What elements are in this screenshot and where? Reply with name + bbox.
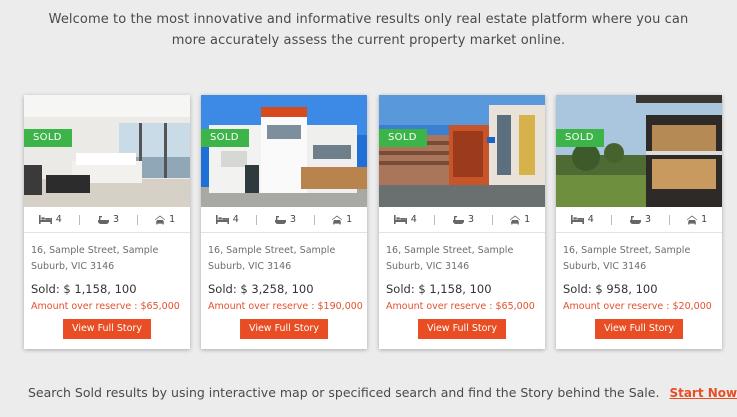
address-line-2: Suburb, VIC 3146: [208, 261, 292, 272]
divider: [256, 214, 258, 225]
sold-badge: SOLD: [201, 129, 249, 147]
beds-count: 4: [55, 214, 62, 225]
bed-icon: [215, 215, 229, 224]
property-photo[interactable]: SOLD: [24, 95, 190, 207]
beds-count: 4: [232, 214, 239, 225]
amount-over-reserve: Amount over reserve : $190,000: [208, 301, 363, 312]
beds-feature: 4: [38, 214, 62, 225]
listing-card: SOLD 4 3 1 16, Sample Street, Sample Sub…: [556, 95, 722, 349]
features-row: 4 3 1: [556, 207, 722, 233]
bath-icon: [97, 215, 109, 224]
sold-price: Sold: $ 1,158, 100: [386, 282, 492, 296]
sold-price: Sold: $ 3,258, 100: [208, 282, 314, 296]
features-row: 4 3 1: [201, 207, 367, 233]
cars-count: 1: [346, 214, 353, 225]
address: 16, Sample Street, Sample Suburb, VIC 31…: [563, 243, 715, 275]
sold-badge: SOLD: [556, 129, 604, 147]
view-full-story-button[interactable]: View Full Story: [595, 319, 683, 339]
divider: [491, 214, 493, 225]
amount-over-reserve: Amount over reserve : $20,000: [563, 301, 712, 312]
sold-price: Sold: $ 1,158, 100: [31, 282, 137, 296]
cars-count: 1: [701, 214, 708, 225]
view-full-story-button[interactable]: View Full Story: [418, 319, 506, 339]
sold-price: Sold: $ 958, 100: [563, 282, 658, 296]
car-icon: [332, 215, 343, 224]
amount-over-reserve: Amount over reserve : $65,000: [386, 301, 535, 312]
beds-feature: 4: [570, 214, 594, 225]
bath-icon: [452, 215, 464, 224]
listing-card: SOLD 4 3 1 16, Sample Street, Sample Sub…: [379, 95, 545, 349]
cars-count: 1: [169, 214, 176, 225]
divider: [79, 214, 81, 225]
beds-count: 4: [587, 214, 594, 225]
footer-cta: Search Sold results by using interactive…: [28, 385, 737, 400]
cars-feature: 1: [332, 214, 352, 225]
baths-feature: 3: [452, 214, 474, 225]
listing-card: SOLD 4 3 1 16, Sample Street, Sample Sub…: [201, 95, 367, 349]
view-full-story-button[interactable]: View Full Story: [63, 319, 151, 339]
cars-count: 1: [524, 214, 531, 225]
property-photo[interactable]: SOLD: [201, 95, 367, 207]
sold-badge: SOLD: [24, 129, 72, 147]
property-photo[interactable]: SOLD: [556, 95, 722, 207]
baths-count: 3: [467, 214, 474, 225]
beds-count: 4: [410, 214, 417, 225]
address-line-1: 16, Sample Street, Sample: [386, 245, 514, 256]
sold-badge: SOLD: [379, 129, 427, 147]
features-row: 4 3 1: [24, 207, 190, 233]
bath-icon: [274, 215, 286, 224]
bed-icon: [38, 215, 52, 224]
car-icon: [155, 215, 166, 224]
car-icon: [687, 215, 698, 224]
divider: [434, 214, 436, 225]
car-icon: [510, 215, 521, 224]
baths-feature: 3: [629, 214, 651, 225]
bath-icon: [629, 215, 641, 224]
footer-text: Search Sold results by using interactive…: [28, 385, 660, 400]
address: 16, Sample Street, Sample Suburb, VIC 31…: [386, 243, 538, 275]
cars-feature: 1: [510, 214, 530, 225]
amount-over-reserve: Amount over reserve : $65,000: [31, 301, 180, 312]
intro-text: Welcome to the most innovative and infor…: [0, 9, 737, 51]
divider: [611, 214, 613, 225]
baths-feature: 3: [97, 214, 119, 225]
listing-card: SOLD 4 3 1 16, Sample Street, Sample Sub…: [24, 95, 190, 349]
address: 16, Sample Street, Sample Suburb, VIC 31…: [208, 243, 360, 275]
cars-feature: 1: [687, 214, 707, 225]
bed-icon: [570, 215, 584, 224]
baths-feature: 3: [274, 214, 296, 225]
intro-line-1: Welcome to the most innovative and infor…: [48, 12, 689, 27]
address-line-1: 16, Sample Street, Sample: [208, 245, 336, 256]
beds-feature: 4: [215, 214, 239, 225]
address-line-2: Suburb, VIC 3146: [386, 261, 470, 272]
beds-feature: 4: [393, 214, 417, 225]
baths-count: 3: [644, 214, 651, 225]
property-photo[interactable]: SOLD: [379, 95, 545, 207]
bed-icon: [393, 215, 407, 224]
start-now-link[interactable]: Start Now >>: [669, 386, 737, 400]
address-line-1: 16, Sample Street, Sample: [31, 245, 159, 256]
baths-count: 3: [112, 214, 119, 225]
address-line-2: Suburb, VIC 3146: [31, 261, 115, 272]
view-full-story-button[interactable]: View Full Story: [240, 319, 328, 339]
baths-count: 3: [289, 214, 296, 225]
features-row: 4 3 1: [379, 207, 545, 233]
address: 16, Sample Street, Sample Suburb, VIC 31…: [31, 243, 183, 275]
address-line-1: 16, Sample Street, Sample: [563, 245, 691, 256]
divider: [313, 214, 315, 225]
address-line-2: Suburb, VIC 3146: [563, 261, 647, 272]
divider: [136, 214, 138, 225]
divider: [668, 214, 670, 225]
cars-feature: 1: [155, 214, 175, 225]
intro-line-2: more accurately assess the current prope…: [171, 33, 566, 48]
